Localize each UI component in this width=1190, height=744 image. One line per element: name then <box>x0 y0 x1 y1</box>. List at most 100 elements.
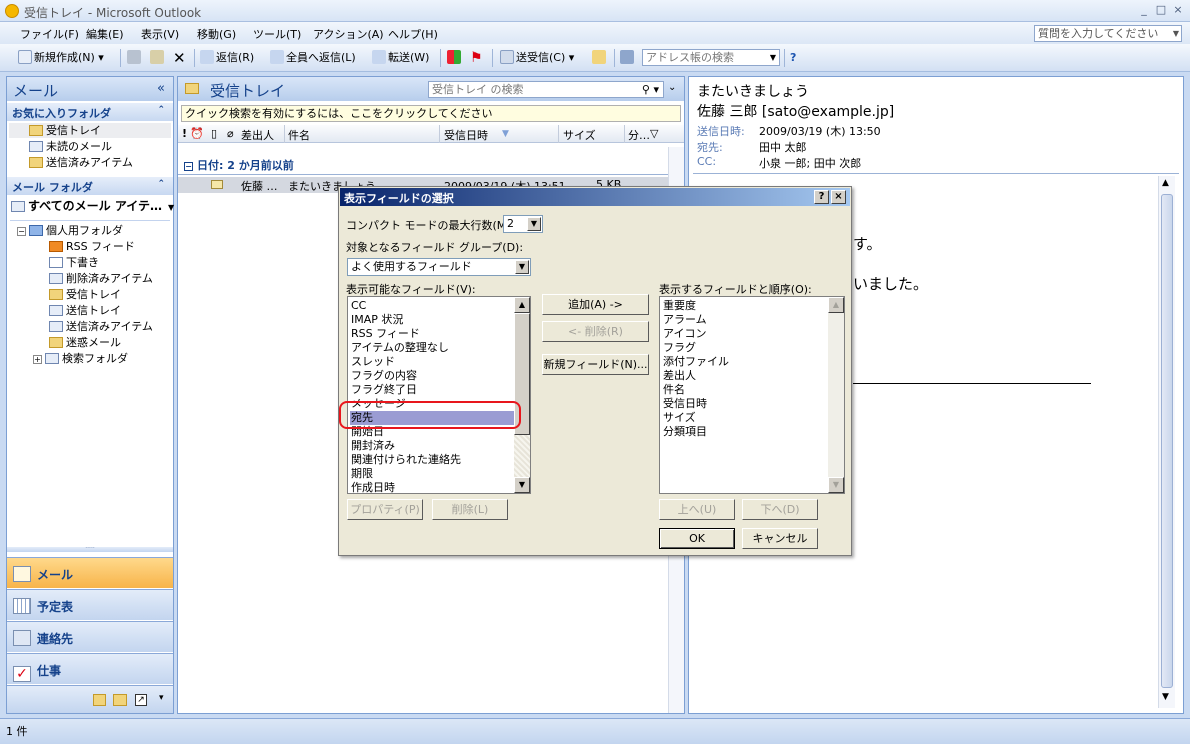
filter-icon[interactable]: ▽ <box>650 127 658 140</box>
reply-button[interactable]: 返信(R) <box>200 50 254 66</box>
move-down-button[interactable]: 下へ(D) <box>742 499 818 520</box>
column-size[interactable]: サイズ <box>563 127 596 143</box>
available-field-item[interactable]: スレッド <box>351 355 395 369</box>
scroll-down-icon[interactable]: ▼ <box>1162 692 1169 702</box>
minimize-button[interactable]: _ <box>1136 3 1152 17</box>
flag-icon[interactable]: ⚑ <box>470 50 483 66</box>
reminder-column-icon[interactable]: ⏰ <box>190 127 204 140</box>
menu-edit[interactable]: 編集(E) <box>86 26 124 42</box>
available-field-item[interactable]: RSS フィード <box>351 327 420 341</box>
to-value[interactable]: 田中 太郎 <box>759 139 807 155</box>
shown-field-item[interactable]: アイコン <box>663 327 706 341</box>
scroll-thumb[interactable] <box>1161 194 1173 688</box>
available-field-item[interactable]: 期限 <box>351 467 373 481</box>
scroll-down-icon[interactable]: ▼ <box>514 477 530 493</box>
tree-outbox[interactable]: 送信トレイ <box>49 303 121 318</box>
properties-button[interactable]: プロパティ(P) <box>347 499 423 520</box>
column-category[interactable]: 分… <box>628 127 650 143</box>
nav-button-tasks[interactable]: ✓ 仕事 <box>7 653 173 684</box>
menu-help[interactable]: ヘルプ(H) <box>388 26 438 42</box>
available-field-item[interactable]: 関連付けられた連絡先 <box>351 453 461 467</box>
mail-folders-header[interactable]: メール フォルダ ⌃ <box>7 177 173 195</box>
favorite-unread[interactable]: 未読のメール <box>29 139 112 154</box>
menu-tools[interactable]: ツール(T) <box>253 26 301 42</box>
tree-personal-folders[interactable]: − 個人用フォルダ <box>17 223 123 238</box>
column-divider[interactable] <box>439 125 440 143</box>
nav-button-contacts[interactable]: 連絡先 <box>7 621 173 652</box>
delete-field-button[interactable]: 削除(L) <box>432 499 508 520</box>
nav-button-calendar[interactable]: 予定表 <box>7 589 173 620</box>
shown-field-item[interactable]: 受信日時 <box>663 397 707 411</box>
shown-scrollbar[interactable]: ▲ ▼ <box>828 297 844 493</box>
reading-scrollbar[interactable]: ▲ ▼ <box>1158 176 1175 708</box>
collapse-tree-icon[interactable]: − <box>17 227 26 236</box>
menu-go[interactable]: 移動(G) <box>197 26 236 42</box>
message-sender[interactable]: 佐藤 三郎 [sato@example.jp] <box>697 101 894 121</box>
tree-junk[interactable]: 迷惑メール <box>49 335 121 350</box>
field-group-select[interactable]: よく使用するフィールド ▼ <box>347 258 531 276</box>
all-mail-items-dropdown[interactable]: すべてのメール アイテ… ▼ <box>11 199 174 214</box>
collapse-nav-button[interactable]: « <box>157 81 165 96</box>
quick-search-bar[interactable]: クイック検索を有効にするには、ここをクリックしてください <box>181 105 681 122</box>
maximize-button[interactable]: □ <box>1153 3 1169 17</box>
shown-field-item[interactable]: 件名 <box>663 383 685 397</box>
available-field-item[interactable]: フラグ終了日 <box>351 383 417 397</box>
reply-all-button[interactable]: 全員へ返信(L) <box>270 50 356 66</box>
scroll-up-icon[interactable]: ▲ <box>1162 178 1169 188</box>
search-icon[interactable]: ⚲ ▾ <box>642 82 659 97</box>
date-group-header[interactable]: − 日付: 2 か月前以前 <box>178 157 684 175</box>
column-divider[interactable] <box>284 125 285 143</box>
move-up-button[interactable]: 上へ(U) <box>659 499 735 520</box>
pane-resize-handle[interactable]: ····· <box>7 546 173 552</box>
tree-drafts[interactable]: 下書き <box>49 255 99 270</box>
address-book-search-input[interactable]: アドレス帳の検索 ▼ <box>642 49 780 66</box>
column-divider[interactable] <box>558 125 559 143</box>
available-field-item[interactable]: フラグの内容 <box>351 369 417 383</box>
inbox-search-input[interactable]: 受信トレイ の検索 ⚲ ▾ <box>428 81 664 98</box>
available-field-item[interactable]: アイテムの整理なし <box>351 341 449 355</box>
tree-deleted[interactable]: 削除済みアイテム <box>49 271 153 286</box>
dialog-help-button[interactable]: ? <box>814 190 829 204</box>
menu-file[interactable]: ファイル(F) <box>20 26 79 42</box>
shown-field-item[interactable]: 添付ファイル <box>663 355 729 369</box>
nav-button-mail[interactable]: メール <box>7 557 173 588</box>
icon-column-icon[interactable]: ▯ <box>211 127 217 140</box>
tree-inbox[interactable]: 受信トレイ <box>49 287 121 302</box>
delete-icon[interactable]: ✕ <box>173 50 186 66</box>
shown-field-item[interactable]: フラグ <box>663 341 696 355</box>
column-subject[interactable]: 件名 <box>288 127 310 143</box>
tree-sent[interactable]: 送信済みアイテム <box>49 319 153 334</box>
available-field-item[interactable]: CC <box>351 299 366 313</box>
column-from[interactable]: 差出人 <box>241 127 274 143</box>
tree-search-folders[interactable]: + 検索フォルダ <box>33 351 128 366</box>
help-question-input[interactable]: 質問を入力してください ▼ <box>1034 25 1182 42</box>
shown-field-item[interactable]: 差出人 <box>663 369 696 383</box>
shown-field-item[interactable]: アラーム <box>663 313 707 327</box>
dialog-close-button[interactable]: × <box>831 190 846 204</box>
print-button[interactable] <box>127 50 143 66</box>
forward-button[interactable]: 転送(W) <box>372 50 429 66</box>
compact-rows-select[interactable]: 2 ▼ <box>503 215 543 233</box>
column-divider[interactable] <box>624 125 625 143</box>
available-scrollbar[interactable]: ▲ ▼ <box>514 297 530 493</box>
favorite-sent[interactable]: 送信済みアイテム <box>29 155 133 170</box>
favorites-header[interactable]: お気に入りフォルダ ⌃ <box>7 103 173 121</box>
expand-tree-icon[interactable]: + <box>33 355 42 364</box>
new-field-button[interactable]: 新規フィールド(N)... <box>542 354 649 375</box>
expand-query-icon[interactable]: ⌄ <box>668 82 676 93</box>
cancel-button[interactable]: キャンセル <box>742 528 818 549</box>
find-folder-button[interactable] <box>592 50 608 66</box>
categorize-button[interactable] <box>447 50 463 66</box>
help-icon[interactable]: ? <box>790 50 796 66</box>
scroll-up-icon[interactable]: ▲ <box>828 297 844 313</box>
notes-icon[interactable] <box>93 694 106 706</box>
shown-fields-list[interactable]: 重要度 アラーム アイコン フラグ 添付ファイル 差出人 件名 受信日時 サイズ 分類項目 ▲ ▼ <box>659 296 845 494</box>
column-received[interactable]: 受信日時 <box>444 127 488 143</box>
cc-value[interactable]: 小泉 一郎; 田中 次郎 <box>759 155 861 171</box>
send-receive-button[interactable]: 送受信(C) ▾ <box>500 50 574 66</box>
configure-buttons-icon[interactable]: ▾ <box>159 693 164 703</box>
favorite-inbox[interactable]: 受信トレイ <box>9 123 171 138</box>
importance-column-icon[interactable]: ! <box>182 127 187 140</box>
shown-field-item[interactable]: 分類項目 <box>663 425 707 439</box>
shown-field-item[interactable]: 重要度 <box>663 299 696 313</box>
